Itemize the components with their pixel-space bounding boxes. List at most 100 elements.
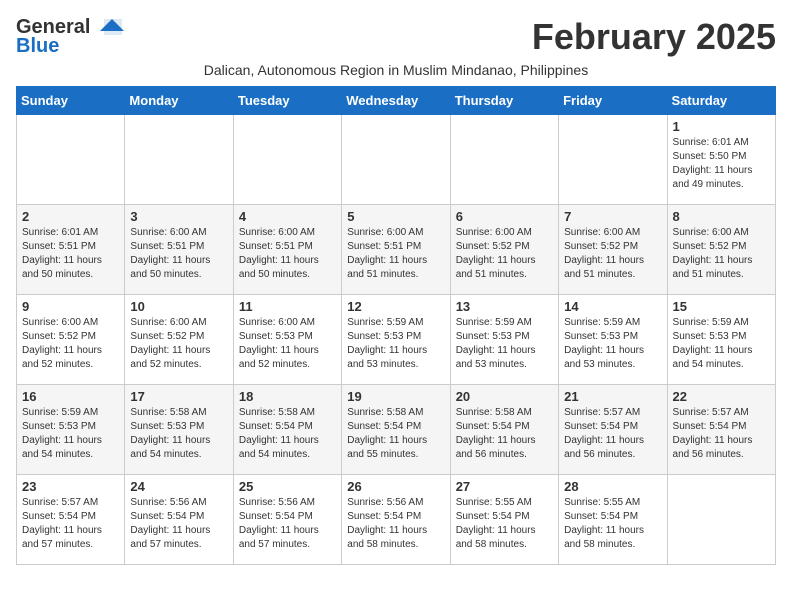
calendar-cell: 4 Sunrise: 6:00 AM Sunset: 5:51 PM Daylig… — [233, 205, 341, 295]
calendar-header-row: SundayMondayTuesdayWednesdayThursdayFrid… — [17, 87, 776, 115]
location-title: Dalican, Autonomous Region in Muslim Min… — [16, 62, 776, 78]
day-number: 19 — [347, 389, 444, 404]
day-number: 15 — [673, 299, 770, 314]
day-number: 27 — [456, 479, 553, 494]
day-info: Sunrise: 6:01 AM Sunset: 5:50 PM Dayligh… — [673, 136, 770, 192]
calendar-cell: 15 Sunrise: 5:59 AM Sunset: 5:53 PM Dayli… — [667, 295, 775, 385]
calendar-cell: 24Sunrise: 5:56 AM Sunset: 5:54 PM Dayli… — [125, 475, 233, 565]
day-number: 25 — [239, 479, 336, 494]
title-block: February 2025 — [532, 16, 776, 58]
day-info: Sunrise: 5:59 AM Sunset: 5:53 PM Dayligh… — [456, 316, 553, 372]
calendar-cell — [450, 115, 558, 205]
day-header-friday: Friday — [559, 87, 667, 115]
day-number: 7 — [564, 209, 661, 224]
day-number: 2 — [22, 209, 119, 224]
day-info: Sunrise: 6:00 AM Sunset: 5:51 PM Dayligh… — [130, 226, 227, 282]
day-number: 22 — [673, 389, 770, 404]
day-number: 1 — [673, 119, 770, 134]
day-number: 13 — [456, 299, 553, 314]
day-header-monday: Monday — [125, 87, 233, 115]
calendar-cell: 20Sunrise: 5:58 AM Sunset: 5:54 PM Dayli… — [450, 385, 558, 475]
calendar-cell: 2 Sunrise: 6:01 AM Sunset: 5:51 PM Daylig… — [17, 205, 125, 295]
day-info: Sunrise: 6:00 AM Sunset: 5:53 PM Dayligh… — [239, 316, 336, 372]
day-info: Sunrise: 5:57 AM Sunset: 5:54 PM Dayligh… — [564, 406, 661, 462]
calendar-cell: 27 Sunrise: 5:55 AM Sunset: 5:54 PM Dayli… — [450, 475, 558, 565]
calendar-cell: 3 Sunrise: 6:00 AM Sunset: 5:51 PM Daylig… — [125, 205, 233, 295]
day-info: Sunrise: 5:58 AM Sunset: 5:54 PM Dayligh… — [347, 406, 444, 462]
calendar-cell: 10 Sunrise: 6:00 AM Sunset: 5:52 PM Dayli… — [125, 295, 233, 385]
day-number: 21 — [564, 389, 661, 404]
calendar-cell — [342, 115, 450, 205]
day-info: Sunrise: 5:59 AM Sunset: 5:53 PM Dayligh… — [22, 406, 119, 462]
day-info: Sunrise: 6:00 AM Sunset: 5:52 PM Dayligh… — [456, 226, 553, 282]
calendar-cell — [667, 475, 775, 565]
calendar-cell: 11 Sunrise: 6:00 AM Sunset: 5:53 PM Dayli… — [233, 295, 341, 385]
day-info: Sunrise: 5:56 AM Sunset: 5:54 PM Dayligh… — [347, 496, 444, 552]
day-number: 14 — [564, 299, 661, 314]
day-info: Sunrise: 5:58 AM Sunset: 5:54 PM Dayligh… — [456, 406, 553, 462]
day-info: Sunrise: 6:00 AM Sunset: 5:52 PM Dayligh… — [673, 226, 770, 282]
day-info: Sunrise: 5:55 AM Sunset: 5:54 PM Dayligh… — [456, 496, 553, 552]
calendar-cell — [17, 115, 125, 205]
calendar-cell: 23Sunrise: 5:57 AM Sunset: 5:54 PM Dayli… — [17, 475, 125, 565]
calendar-week-row: 16 Sunrise: 5:59 AM Sunset: 5:53 PM Dayli… — [17, 385, 776, 475]
calendar-cell: 14 Sunrise: 5:59 AM Sunset: 5:53 PM Dayli… — [559, 295, 667, 385]
day-number: 4 — [239, 209, 336, 224]
calendar-cell: 1 Sunrise: 6:01 AM Sunset: 5:50 PM Daylig… — [667, 115, 775, 205]
month-title: February 2025 — [532, 16, 776, 58]
calendar-cell: 25Sunrise: 5:56 AM Sunset: 5:54 PM Dayli… — [233, 475, 341, 565]
day-header-sunday: Sunday — [17, 87, 125, 115]
logo-blue-text: Blue — [16, 35, 59, 58]
logo-icon — [94, 17, 124, 39]
day-info: Sunrise: 5:59 AM Sunset: 5:53 PM Dayligh… — [564, 316, 661, 372]
calendar-cell: 22 Sunrise: 5:57 AM Sunset: 5:54 PM Dayli… — [667, 385, 775, 475]
logo: General Blue — [16, 16, 124, 58]
day-number: 16 — [22, 389, 119, 404]
page-header: General Blue February 2025 — [16, 16, 776, 58]
day-number: 12 — [347, 299, 444, 314]
day-info: Sunrise: 6:00 AM Sunset: 5:52 PM Dayligh… — [130, 316, 227, 372]
day-info: Sunrise: 5:56 AM Sunset: 5:54 PM Dayligh… — [130, 496, 227, 552]
calendar-cell — [125, 115, 233, 205]
day-info: Sunrise: 5:59 AM Sunset: 5:53 PM Dayligh… — [673, 316, 770, 372]
day-number: 26 — [347, 479, 444, 494]
day-info: Sunrise: 5:57 AM Sunset: 5:54 PM Dayligh… — [22, 496, 119, 552]
day-number: 8 — [673, 209, 770, 224]
day-number: 18 — [239, 389, 336, 404]
day-header-tuesday: Tuesday — [233, 87, 341, 115]
day-number: 6 — [456, 209, 553, 224]
calendar-cell: 13 Sunrise: 5:59 AM Sunset: 5:53 PM Dayli… — [450, 295, 558, 385]
day-info: Sunrise: 6:01 AM Sunset: 5:51 PM Dayligh… — [22, 226, 119, 282]
day-number: 3 — [130, 209, 227, 224]
calendar-cell: 21 Sunrise: 5:57 AM Sunset: 5:54 PM Dayli… — [559, 385, 667, 475]
day-header-wednesday: Wednesday — [342, 87, 450, 115]
day-number: 11 — [239, 299, 336, 314]
calendar-cell: 9 Sunrise: 6:00 AM Sunset: 5:52 PM Daylig… — [17, 295, 125, 385]
calendar-cell: 5 Sunrise: 6:00 AM Sunset: 5:51 PM Daylig… — [342, 205, 450, 295]
day-number: 5 — [347, 209, 444, 224]
day-info: Sunrise: 5:57 AM Sunset: 5:54 PM Dayligh… — [673, 406, 770, 462]
calendar-cell — [233, 115, 341, 205]
day-info: Sunrise: 6:00 AM Sunset: 5:52 PM Dayligh… — [564, 226, 661, 282]
calendar-cell: 12 Sunrise: 5:59 AM Sunset: 5:53 PM Dayli… — [342, 295, 450, 385]
day-number: 10 — [130, 299, 227, 314]
calendar-table: SundayMondayTuesdayWednesdayThursdayFrid… — [16, 86, 776, 565]
day-info: Sunrise: 6:00 AM Sunset: 5:52 PM Dayligh… — [22, 316, 119, 372]
day-info: Sunrise: 6:00 AM Sunset: 5:51 PM Dayligh… — [347, 226, 444, 282]
calendar-cell: 26 Sunrise: 5:56 AM Sunset: 5:54 PM Dayli… — [342, 475, 450, 565]
calendar-week-row: 2 Sunrise: 6:01 AM Sunset: 5:51 PM Daylig… — [17, 205, 776, 295]
calendar-cell: 17Sunrise: 5:58 AM Sunset: 5:53 PM Dayli… — [125, 385, 233, 475]
calendar-week-row: 9 Sunrise: 6:00 AM Sunset: 5:52 PM Daylig… — [17, 295, 776, 385]
calendar-week-row: 1 Sunrise: 6:01 AM Sunset: 5:50 PM Daylig… — [17, 115, 776, 205]
day-info: Sunrise: 5:59 AM Sunset: 5:53 PM Dayligh… — [347, 316, 444, 372]
calendar-cell — [559, 115, 667, 205]
day-info: Sunrise: 5:55 AM Sunset: 5:54 PM Dayligh… — [564, 496, 661, 552]
calendar-cell: 28 Sunrise: 5:55 AM Sunset: 5:54 PM Dayli… — [559, 475, 667, 565]
calendar-cell: 6 Sunrise: 6:00 AM Sunset: 5:52 PM Daylig… — [450, 205, 558, 295]
day-header-saturday: Saturday — [667, 87, 775, 115]
day-number: 28 — [564, 479, 661, 494]
day-info: Sunrise: 6:00 AM Sunset: 5:51 PM Dayligh… — [239, 226, 336, 282]
calendar-cell: 19 Sunrise: 5:58 AM Sunset: 5:54 PM Dayli… — [342, 385, 450, 475]
day-number: 9 — [22, 299, 119, 314]
calendar-cell: 8 Sunrise: 6:00 AM Sunset: 5:52 PM Daylig… — [667, 205, 775, 295]
